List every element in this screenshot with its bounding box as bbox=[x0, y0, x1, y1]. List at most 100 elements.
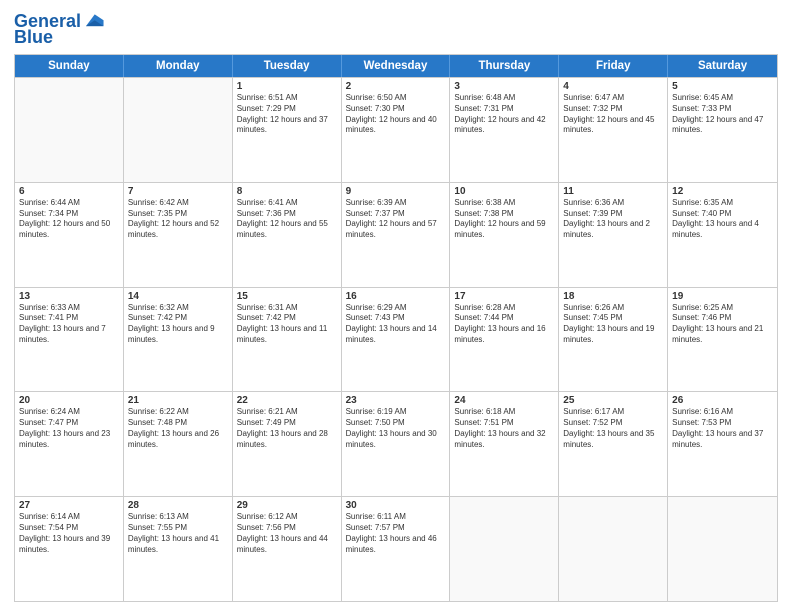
day-number: 28 bbox=[128, 500, 228, 511]
day-number: 20 bbox=[19, 395, 119, 406]
header-day-friday: Friday bbox=[559, 55, 668, 77]
calendar-cell-3-2: 14Sunrise: 6:32 AM Sunset: 7:42 PM Dayli… bbox=[124, 288, 233, 392]
header-day-tuesday: Tuesday bbox=[233, 55, 342, 77]
day-number: 9 bbox=[346, 186, 446, 197]
day-info: Sunrise: 6:29 AM Sunset: 7:43 PM Dayligh… bbox=[346, 303, 446, 346]
header-day-sunday: Sunday bbox=[15, 55, 124, 77]
calendar-cell-1-7: 5Sunrise: 6:45 AM Sunset: 7:33 PM Daylig… bbox=[668, 78, 777, 182]
day-info: Sunrise: 6:50 AM Sunset: 7:30 PM Dayligh… bbox=[346, 93, 446, 136]
day-info: Sunrise: 6:51 AM Sunset: 7:29 PM Dayligh… bbox=[237, 93, 337, 136]
day-number: 30 bbox=[346, 500, 446, 511]
day-info: Sunrise: 6:45 AM Sunset: 7:33 PM Dayligh… bbox=[672, 93, 773, 136]
calendar-row-5: 27Sunrise: 6:14 AM Sunset: 7:54 PM Dayli… bbox=[15, 496, 777, 601]
day-number: 22 bbox=[237, 395, 337, 406]
calendar-cell-1-1 bbox=[15, 78, 124, 182]
calendar-cell-2-1: 6Sunrise: 6:44 AM Sunset: 7:34 PM Daylig… bbox=[15, 183, 124, 287]
day-info: Sunrise: 6:14 AM Sunset: 7:54 PM Dayligh… bbox=[19, 512, 119, 555]
calendar-cell-3-1: 13Sunrise: 6:33 AM Sunset: 7:41 PM Dayli… bbox=[15, 288, 124, 392]
day-info: Sunrise: 6:12 AM Sunset: 7:56 PM Dayligh… bbox=[237, 512, 337, 555]
calendar-cell-1-4: 2Sunrise: 6:50 AM Sunset: 7:30 PM Daylig… bbox=[342, 78, 451, 182]
day-info: Sunrise: 6:22 AM Sunset: 7:48 PM Dayligh… bbox=[128, 407, 228, 450]
day-number: 2 bbox=[346, 81, 446, 92]
calendar-cell-5-5 bbox=[450, 497, 559, 601]
calendar-cell-4-7: 26Sunrise: 6:16 AM Sunset: 7:53 PM Dayli… bbox=[668, 392, 777, 496]
header-day-wednesday: Wednesday bbox=[342, 55, 451, 77]
day-info: Sunrise: 6:44 AM Sunset: 7:34 PM Dayligh… bbox=[19, 198, 119, 241]
day-info: Sunrise: 6:11 AM Sunset: 7:57 PM Dayligh… bbox=[346, 512, 446, 555]
day-info: Sunrise: 6:41 AM Sunset: 7:36 PM Dayligh… bbox=[237, 198, 337, 241]
day-number: 5 bbox=[672, 81, 773, 92]
calendar-cell-3-3: 15Sunrise: 6:31 AM Sunset: 7:42 PM Dayli… bbox=[233, 288, 342, 392]
calendar-cell-5-7 bbox=[668, 497, 777, 601]
calendar-cell-2-7: 12Sunrise: 6:35 AM Sunset: 7:40 PM Dayli… bbox=[668, 183, 777, 287]
calendar-cell-3-6: 18Sunrise: 6:26 AM Sunset: 7:45 PM Dayli… bbox=[559, 288, 668, 392]
day-number: 25 bbox=[563, 395, 663, 406]
calendar-cell-4-4: 23Sunrise: 6:19 AM Sunset: 7:50 PM Dayli… bbox=[342, 392, 451, 496]
calendar-cell-2-2: 7Sunrise: 6:42 AM Sunset: 7:35 PM Daylig… bbox=[124, 183, 233, 287]
day-info: Sunrise: 6:28 AM Sunset: 7:44 PM Dayligh… bbox=[454, 303, 554, 346]
day-info: Sunrise: 6:26 AM Sunset: 7:45 PM Dayligh… bbox=[563, 303, 663, 346]
day-number: 17 bbox=[454, 291, 554, 302]
day-number: 10 bbox=[454, 186, 554, 197]
calendar-cell-5-4: 30Sunrise: 6:11 AM Sunset: 7:57 PM Dayli… bbox=[342, 497, 451, 601]
day-number: 6 bbox=[19, 186, 119, 197]
day-info: Sunrise: 6:38 AM Sunset: 7:38 PM Dayligh… bbox=[454, 198, 554, 241]
calendar-cell-5-1: 27Sunrise: 6:14 AM Sunset: 7:54 PM Dayli… bbox=[15, 497, 124, 601]
header-day-monday: Monday bbox=[124, 55, 233, 77]
calendar: SundayMondayTuesdayWednesdayThursdayFrid… bbox=[14, 54, 778, 602]
calendar-cell-1-3: 1Sunrise: 6:51 AM Sunset: 7:29 PM Daylig… bbox=[233, 78, 342, 182]
calendar-body: 1Sunrise: 6:51 AM Sunset: 7:29 PM Daylig… bbox=[15, 77, 777, 601]
day-number: 18 bbox=[563, 291, 663, 302]
calendar-cell-3-4: 16Sunrise: 6:29 AM Sunset: 7:43 PM Dayli… bbox=[342, 288, 451, 392]
day-number: 24 bbox=[454, 395, 554, 406]
calendar-cell-5-2: 28Sunrise: 6:13 AM Sunset: 7:55 PM Dayli… bbox=[124, 497, 233, 601]
day-number: 11 bbox=[563, 186, 663, 197]
day-number: 21 bbox=[128, 395, 228, 406]
day-info: Sunrise: 6:35 AM Sunset: 7:40 PM Dayligh… bbox=[672, 198, 773, 241]
day-number: 3 bbox=[454, 81, 554, 92]
day-info: Sunrise: 6:16 AM Sunset: 7:53 PM Dayligh… bbox=[672, 407, 773, 450]
header-day-saturday: Saturday bbox=[668, 55, 777, 77]
day-number: 15 bbox=[237, 291, 337, 302]
calendar-cell-2-5: 10Sunrise: 6:38 AM Sunset: 7:38 PM Dayli… bbox=[450, 183, 559, 287]
day-number: 7 bbox=[128, 186, 228, 197]
day-number: 12 bbox=[672, 186, 773, 197]
calendar-cell-1-6: 4Sunrise: 6:47 AM Sunset: 7:32 PM Daylig… bbox=[559, 78, 668, 182]
day-number: 23 bbox=[346, 395, 446, 406]
calendar-cell-4-6: 25Sunrise: 6:17 AM Sunset: 7:52 PM Dayli… bbox=[559, 392, 668, 496]
day-info: Sunrise: 6:18 AM Sunset: 7:51 PM Dayligh… bbox=[454, 407, 554, 450]
day-info: Sunrise: 6:19 AM Sunset: 7:50 PM Dayligh… bbox=[346, 407, 446, 450]
calendar-row-3: 13Sunrise: 6:33 AM Sunset: 7:41 PM Dayli… bbox=[15, 287, 777, 392]
day-number: 1 bbox=[237, 81, 337, 92]
calendar-header: SundayMondayTuesdayWednesdayThursdayFrid… bbox=[15, 55, 777, 77]
day-number: 13 bbox=[19, 291, 119, 302]
day-number: 16 bbox=[346, 291, 446, 302]
day-info: Sunrise: 6:36 AM Sunset: 7:39 PM Dayligh… bbox=[563, 198, 663, 241]
day-number: 19 bbox=[672, 291, 773, 302]
calendar-cell-1-5: 3Sunrise: 6:48 AM Sunset: 7:31 PM Daylig… bbox=[450, 78, 559, 182]
day-info: Sunrise: 6:39 AM Sunset: 7:37 PM Dayligh… bbox=[346, 198, 446, 241]
day-info: Sunrise: 6:47 AM Sunset: 7:32 PM Dayligh… bbox=[563, 93, 663, 136]
day-info: Sunrise: 6:32 AM Sunset: 7:42 PM Dayligh… bbox=[128, 303, 228, 346]
calendar-cell-4-2: 21Sunrise: 6:22 AM Sunset: 7:48 PM Dayli… bbox=[124, 392, 233, 496]
day-number: 8 bbox=[237, 186, 337, 197]
page: General Blue SundayMondayTuesdayWednesda… bbox=[0, 0, 792, 612]
day-info: Sunrise: 6:17 AM Sunset: 7:52 PM Dayligh… bbox=[563, 407, 663, 450]
calendar-cell-5-6 bbox=[559, 497, 668, 601]
day-info: Sunrise: 6:48 AM Sunset: 7:31 PM Dayligh… bbox=[454, 93, 554, 136]
calendar-row-1: 1Sunrise: 6:51 AM Sunset: 7:29 PM Daylig… bbox=[15, 77, 777, 182]
day-info: Sunrise: 6:42 AM Sunset: 7:35 PM Dayligh… bbox=[128, 198, 228, 241]
day-number: 26 bbox=[672, 395, 773, 406]
calendar-cell-3-7: 19Sunrise: 6:25 AM Sunset: 7:46 PM Dayli… bbox=[668, 288, 777, 392]
logo-icon bbox=[83, 10, 105, 32]
calendar-cell-4-3: 22Sunrise: 6:21 AM Sunset: 7:49 PM Dayli… bbox=[233, 392, 342, 496]
calendar-cell-4-5: 24Sunrise: 6:18 AM Sunset: 7:51 PM Dayli… bbox=[450, 392, 559, 496]
calendar-cell-4-1: 20Sunrise: 6:24 AM Sunset: 7:47 PM Dayli… bbox=[15, 392, 124, 496]
calendar-row-4: 20Sunrise: 6:24 AM Sunset: 7:47 PM Dayli… bbox=[15, 391, 777, 496]
day-info: Sunrise: 6:31 AM Sunset: 7:42 PM Dayligh… bbox=[237, 303, 337, 346]
day-number: 4 bbox=[563, 81, 663, 92]
calendar-cell-3-5: 17Sunrise: 6:28 AM Sunset: 7:44 PM Dayli… bbox=[450, 288, 559, 392]
day-info: Sunrise: 6:13 AM Sunset: 7:55 PM Dayligh… bbox=[128, 512, 228, 555]
day-info: Sunrise: 6:24 AM Sunset: 7:47 PM Dayligh… bbox=[19, 407, 119, 450]
day-info: Sunrise: 6:25 AM Sunset: 7:46 PM Dayligh… bbox=[672, 303, 773, 346]
